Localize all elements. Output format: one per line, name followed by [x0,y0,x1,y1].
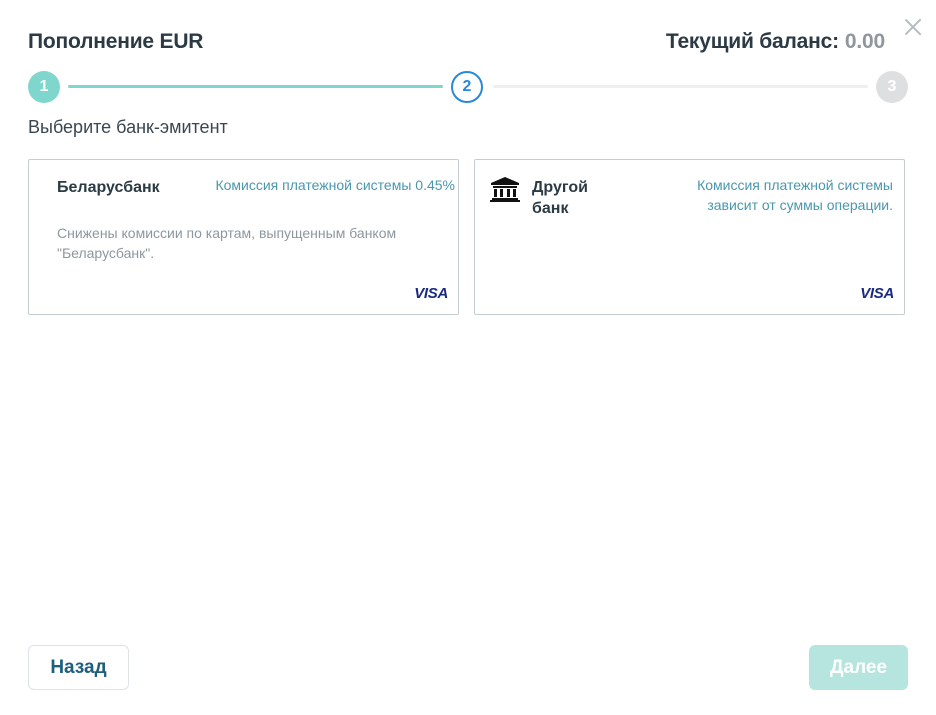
current-balance: Текущий баланс: 0.00 [666,30,885,54]
progress-stepper: 1 2 3 [28,71,908,103]
step-3: 3 [876,71,908,103]
bank-building-icon [490,177,520,202]
step-1: 1 [28,71,60,103]
bank-card-belarusbank[interactable]: Беларусбанк Комиссия платежной системы 0… [28,159,459,315]
dialog-title: Пополнение EUR [28,30,204,53]
visa-logo: VISA [860,285,894,302]
back-button[interactable]: Назад [28,645,129,690]
stepper-line-pending [493,85,868,88]
bank-name: Другой банк [532,179,588,217]
bank-fee: Комиссия платежной системы зависит от су… [697,177,893,213]
next-button[interactable]: Далее [809,645,908,690]
visa-logo: VISA [414,285,448,302]
balance-label: Текущий баланс: [665,30,839,53]
bank-fee: Комиссия платежной системы 0.45% [215,177,455,193]
step-2: 2 [451,71,483,103]
bank-name: Беларусбанк [57,179,160,196]
select-bank-heading: Выберите банк-эмитент [28,117,228,137]
bank-description: Снижены комиссии по картам, выпущенным б… [57,225,397,261]
balance-value: 0.00 [844,30,885,53]
stepper-line-completed [68,85,443,88]
bank-card-other[interactable]: Другой банк Комиссия платежной системы з… [474,159,905,315]
close-icon[interactable] [902,16,924,38]
